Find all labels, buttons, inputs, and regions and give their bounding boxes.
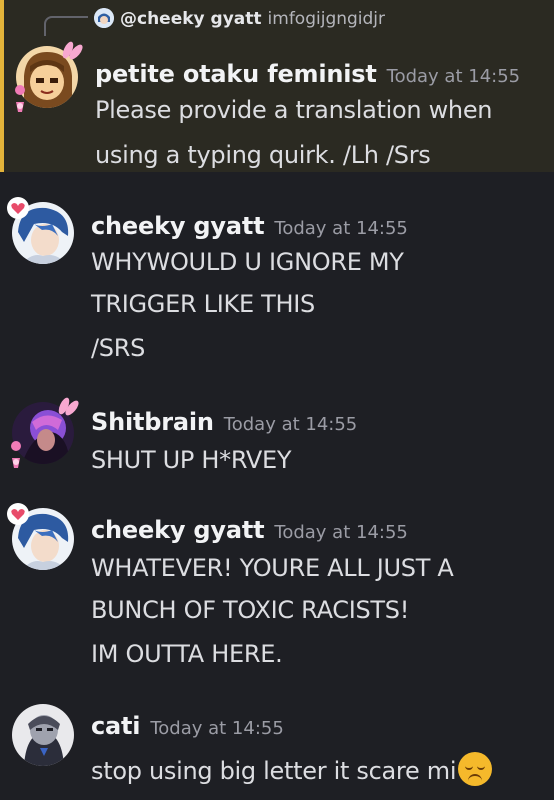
message-text-content: stop using big letter it scare mi — [91, 757, 457, 785]
heart-decoration-icon — [7, 197, 29, 219]
message-text: BUNCH OF TOXIC RACISTS! — [91, 596, 410, 624]
author-name[interactable]: Shitbrain Today at 14:55 — [91, 408, 357, 436]
heart-decoration-icon — [7, 503, 29, 525]
reply-text: imfogijgngidjr — [267, 9, 386, 29]
message-text: /SRS — [91, 334, 146, 362]
bunny-decoration-icon — [11, 397, 79, 468]
message[interactable]: Shitbrain Today at 14:55 SHUT UP H*RVEY — [0, 394, 554, 484]
message[interactable]: cheeky gyatt Today at 14:55 WHATEVER! YOU… — [0, 500, 554, 680]
message-text: SHUT UP H*RVEY — [91, 446, 292, 474]
avatar[interactable] — [12, 704, 74, 766]
message-text: TRIGGER LIKE THIS — [91, 290, 315, 318]
reply-preview[interactable]: @cheeky gyatt imfogijgngidjr — [94, 8, 385, 29]
bunny-decoration-icon — [15, 41, 83, 112]
message-text: Please provide a translation when — [95, 96, 493, 124]
avatar[interactable] — [11, 397, 79, 468]
timestamp: Today at 14:55 — [223, 414, 358, 435]
avatar[interactable] — [15, 41, 83, 112]
message[interactable]: cati Today at 14:55 stop using big letter… — [0, 700, 554, 800]
message-text: WHYWOULD U IGNORE MY — [91, 248, 404, 276]
message-text: IM OUTTA HERE. — [91, 640, 283, 668]
timestamp: Today at 14:55 — [150, 718, 284, 739]
message[interactable]: cheeky gyatt Today at 14:55 WHYWOULD U IG… — [0, 194, 554, 374]
timestamp: Today at 14:55 — [274, 522, 408, 543]
reply-connector — [44, 16, 88, 36]
author-name[interactable]: petite otaku feminist Today at 14:55 — [95, 60, 520, 88]
avatar[interactable] — [7, 197, 74, 264]
avatar[interactable] — [7, 503, 74, 570]
reply-avatar — [94, 8, 114, 28]
message-text: using a typing quirk. /Lh /Srs — [95, 141, 431, 169]
message-text: WHATEVER! YOURE ALL JUST A — [91, 554, 454, 582]
message-highlighted[interactable]: @cheeky gyatt imfogijgngidjr petite otaku… — [0, 0, 554, 172]
author-name[interactable]: cheeky gyatt Today at 14:55 — [91, 212, 408, 240]
reply-username[interactable]: @cheeky gyatt — [120, 9, 262, 29]
timestamp: Today at 14:55 — [274, 218, 408, 239]
message-text: stop using big letter it scare mi — [91, 752, 493, 786]
timestamp: Today at 14:55 — [386, 66, 521, 87]
author-name[interactable]: cati Today at 14:55 — [91, 712, 284, 740]
disappointed-face-icon — [458, 752, 493, 786]
author-name[interactable]: cheeky gyatt Today at 14:55 — [91, 516, 408, 544]
